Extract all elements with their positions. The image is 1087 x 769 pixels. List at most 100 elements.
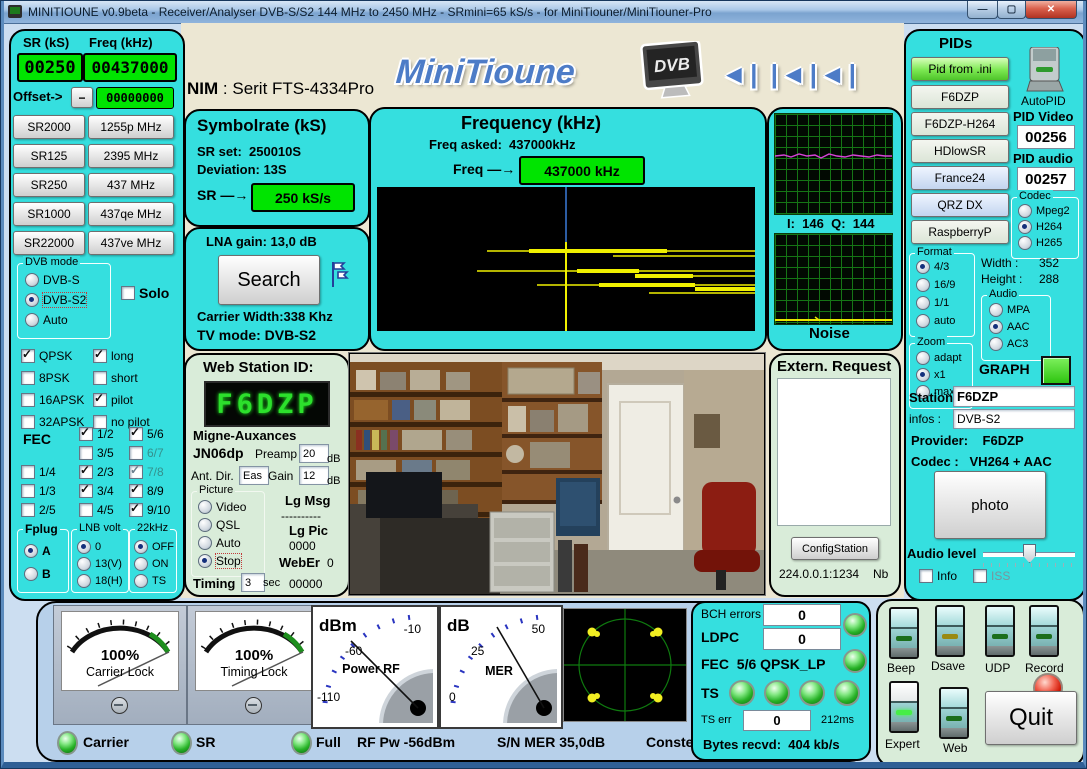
format-option[interactable]: 1/1 xyxy=(916,296,949,310)
zoom-option[interactable]: x1 xyxy=(916,368,946,382)
pid-preset-button[interactable]: RaspberryP xyxy=(911,220,1009,244)
picture-option[interactable]: Video xyxy=(198,500,246,514)
iss-checkbox[interactable]: ISS xyxy=(973,569,1010,583)
radio-icon[interactable] xyxy=(25,293,39,307)
framing-option[interactable]: pilot xyxy=(93,393,133,407)
expert-switch[interactable] xyxy=(889,681,919,733)
preset-sr-button[interactable]: SR125 xyxy=(13,144,85,168)
radio-icon[interactable] xyxy=(24,544,38,558)
checkbox-icon[interactable] xyxy=(121,286,135,300)
radio-icon[interactable] xyxy=(198,518,212,532)
checkbox-icon[interactable] xyxy=(129,427,143,441)
codec-option[interactable]: H265 xyxy=(1018,236,1062,250)
quit-button[interactable]: Quit xyxy=(985,691,1077,745)
preamp-input[interactable]: 20 xyxy=(299,444,329,463)
checkbox-icon[interactable] xyxy=(21,484,35,498)
pid-preset-button[interactable]: HDlowSR xyxy=(911,139,1009,163)
search-button[interactable]: Search xyxy=(218,255,320,305)
extern-request-list[interactable] xyxy=(777,378,891,526)
radio-icon[interactable] xyxy=(916,296,930,310)
solo-checkbox[interactable]: Solo xyxy=(121,285,169,301)
web-switch[interactable] xyxy=(939,687,969,739)
fec-option[interactable]: 8/9 xyxy=(129,484,164,498)
checkbox-icon[interactable] xyxy=(93,393,107,407)
infos-input[interactable]: DVB-S2 xyxy=(953,409,1075,429)
radio-icon[interactable] xyxy=(24,567,38,581)
checkbox-icon[interactable] xyxy=(79,446,93,460)
checkbox-icon[interactable] xyxy=(79,503,93,517)
checkbox-icon[interactable] xyxy=(21,415,35,429)
pid-preset-button[interactable]: France24 xyxy=(911,166,1009,190)
checkbox-icon[interactable] xyxy=(79,465,93,479)
lnb-option[interactable]: 0 xyxy=(77,540,101,554)
fec-option[interactable]: 6/7 xyxy=(129,446,164,460)
radio-icon[interactable] xyxy=(916,314,930,328)
modulation-option[interactable]: 32APSK xyxy=(21,415,84,429)
beep-switch[interactable] xyxy=(889,607,919,659)
checkbox-icon[interactable] xyxy=(21,503,35,517)
fec-option[interactable]: 4/5 xyxy=(79,503,114,517)
lnb-option[interactable]: 18(H) xyxy=(77,574,123,588)
radio-icon[interactable] xyxy=(77,557,91,571)
khz22-option[interactable]: OFF xyxy=(134,540,174,554)
checkbox-icon[interactable] xyxy=(93,349,107,363)
codec-option[interactable]: H264 xyxy=(1018,220,1062,234)
khz22-option[interactable]: ON xyxy=(134,557,169,571)
radio-icon[interactable] xyxy=(916,260,930,274)
fec-option[interactable]: 1/2 xyxy=(79,427,114,441)
preset-sr-button[interactable]: SR2000 xyxy=(13,115,85,139)
format-option[interactable]: 16/9 xyxy=(916,278,955,292)
pid-preset-button[interactable]: F6DZP-H264 xyxy=(911,112,1009,136)
format-option[interactable]: auto xyxy=(916,314,955,328)
fec-option[interactable]: 2/5 xyxy=(21,503,56,517)
picture-option[interactable]: Stop xyxy=(198,554,241,568)
checkbox-icon[interactable] xyxy=(129,465,143,479)
preset-freq-button[interactable]: 437 MHz xyxy=(88,173,174,197)
close-button[interactable]: ✕ xyxy=(1025,1,1077,19)
fec-option[interactable]: 1/3 xyxy=(21,484,56,498)
radio-icon[interactable] xyxy=(989,320,1003,334)
radio-icon[interactable] xyxy=(989,337,1003,351)
radio-icon[interactable] xyxy=(77,574,91,588)
zoom-option[interactable]: adapt xyxy=(916,351,962,365)
checkbox-icon[interactable] xyxy=(129,503,143,517)
picture-option[interactable]: QSL xyxy=(198,518,240,532)
checkbox-icon[interactable] xyxy=(919,569,933,583)
checkbox-icon[interactable] xyxy=(21,465,35,479)
pid-audio-value[interactable]: 00257 xyxy=(1017,167,1075,191)
graph-button[interactable] xyxy=(1041,356,1071,385)
checkbox-icon[interactable] xyxy=(79,484,93,498)
fec-option[interactable]: 2/3 xyxy=(79,465,114,479)
radio-icon[interactable] xyxy=(916,368,930,382)
fplug-option[interactable]: B xyxy=(24,567,51,581)
lnb-option[interactable]: 13(V) xyxy=(77,557,122,571)
format-option[interactable]: 4/3 xyxy=(916,260,949,274)
radio-icon[interactable] xyxy=(134,574,148,588)
pid-preset-button[interactable]: F6DZP xyxy=(911,85,1009,109)
radio-icon[interactable] xyxy=(1018,220,1032,234)
checkbox-icon[interactable] xyxy=(21,371,35,385)
fec-option[interactable]: 3/4 xyxy=(79,484,114,498)
checkbox-icon[interactable] xyxy=(973,569,987,583)
radio-icon[interactable] xyxy=(134,540,148,554)
preset-freq-button[interactable]: 1255p MHz xyxy=(88,115,174,139)
gain-input[interactable]: 12 xyxy=(299,466,329,485)
preset-sr-button[interactable]: SR1000 xyxy=(13,202,85,226)
khz22-option[interactable]: TS xyxy=(134,574,166,588)
checkbox-icon[interactable] xyxy=(129,446,143,460)
fplug-option[interactable]: A xyxy=(24,544,51,558)
dvb-mode-option[interactable]: DVB-S xyxy=(25,273,80,287)
codec-option[interactable]: Mpeg2 xyxy=(1018,204,1070,218)
offset-minus-button[interactable]: − xyxy=(71,87,93,108)
preset-freq-button[interactable]: 437ve MHz xyxy=(88,231,174,255)
checkbox-icon[interactable] xyxy=(21,349,35,363)
config-station-button[interactable]: ConfigStation xyxy=(791,537,879,560)
radio-icon[interactable] xyxy=(1018,204,1032,218)
radio-icon[interactable] xyxy=(77,540,91,554)
info-checkbox[interactable]: Info xyxy=(919,569,957,583)
preset-sr-button[interactable]: SR250 xyxy=(13,173,85,197)
pid-video-value[interactable]: 00256 xyxy=(1017,125,1075,149)
picture-option[interactable]: Auto xyxy=(198,536,241,550)
maximize-button[interactable]: ▢ xyxy=(997,1,1026,19)
modulation-option[interactable]: 16APSK xyxy=(21,393,84,407)
